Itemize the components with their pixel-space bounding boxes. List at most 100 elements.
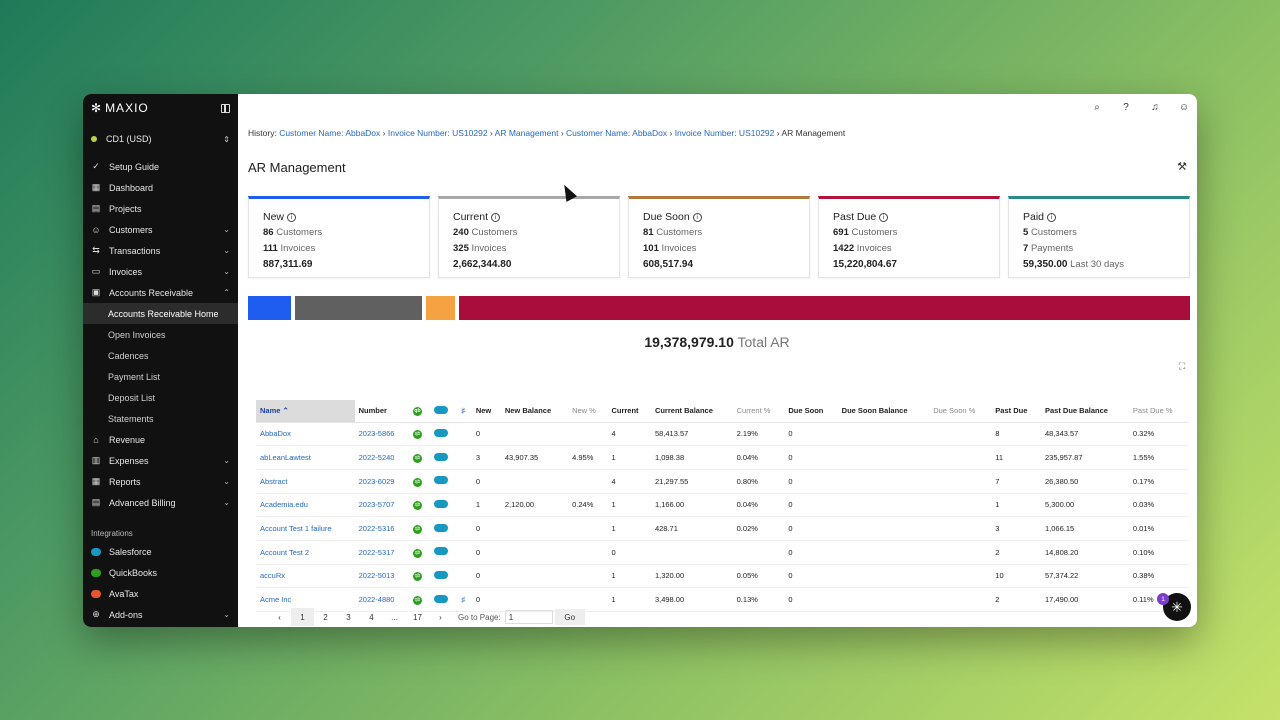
- history-link[interactable]: Invoice Number: US10292: [675, 128, 775, 138]
- invoice-number-link[interactable]: 2023-5866: [354, 422, 409, 447]
- sidebar-subitem[interactable]: Statements: [83, 408, 238, 429]
- table-row[interactable]: Account Test 1 failure 2022-5316 qb 0 1 428.7…: [256, 516, 1188, 541]
- sidebar-subitem[interactable]: Accounts Receivable Home: [83, 303, 238, 324]
- history-link[interactable]: Customer Name: AbbaDox: [279, 128, 380, 138]
- sidebar-item-revenue[interactable]: ⌂ Revenue: [83, 429, 238, 450]
- salesforce-icon[interactable]: [434, 476, 449, 485]
- brand[interactable]: ✻ MAXIO: [83, 94, 238, 122]
- integration-avatax[interactable]: AvaTax: [83, 583, 238, 604]
- customer-name-link[interactable]: abLeanLawtest: [256, 445, 355, 470]
- salesforce-icon[interactable]: [434, 523, 449, 532]
- column-header[interactable]: New Balance: [500, 400, 569, 423]
- summary-card-current[interactable]: Current i 240 Customers 325 Invoices 2,662,3…: [438, 196, 620, 278]
- invoice-number-link[interactable]: 2022-5317: [354, 540, 409, 565]
- quickbooks-icon[interactable]: qb: [412, 477, 422, 487]
- history-link[interactable]: AR Management: [495, 128, 559, 138]
- column-header[interactable]: ♯: [457, 400, 472, 423]
- column-header[interactable]: [430, 400, 458, 423]
- customer-name-link[interactable]: Abstract: [256, 469, 355, 494]
- customer-name-link[interactable]: Account Test 1 failure: [256, 516, 355, 541]
- quickbooks-icon[interactable]: qb: [412, 596, 422, 606]
- page-button[interactable]: 1: [291, 608, 314, 626]
- table-row[interactable]: abLeanLawtest 2022-5240 qb 3 43,907.35 4.95% 1…: [256, 445, 1188, 470]
- column-header[interactable]: Current: [607, 400, 651, 423]
- bar-segment-current[interactable]: [294, 296, 423, 320]
- salesforce-icon[interactable]: [434, 570, 449, 579]
- column-header[interactable]: Past Due: [991, 400, 1041, 423]
- wrench-icon[interactable]: ⚒: [1177, 160, 1187, 173]
- column-header[interactable]: qb: [408, 400, 431, 423]
- customer-name-link[interactable]: accuRx: [256, 564, 355, 589]
- customer-name-link[interactable]: Account Test 2: [256, 540, 355, 565]
- sidebar-subitem[interactable]: Open Invoices: [83, 324, 238, 345]
- table-row[interactable]: Academia.edu 2023-5707 qb 1 2,120.00 0.24% 1 1,…: [256, 493, 1188, 518]
- summary-card-new[interactable]: New i 86 Customers 111 Invoices 887,311.69: [248, 196, 430, 278]
- page-button[interactable]: 3: [337, 608, 360, 626]
- sidebar-item-reports[interactable]: ▦ Reports ⌄: [83, 471, 238, 492]
- column-header[interactable]: New: [471, 400, 501, 423]
- table-row[interactable]: accuRx 2022-5013 qb 0 1 1,320.00 0.05% 0 10 57,37…: [256, 564, 1188, 589]
- sidebar-item-add-ons[interactable]: ⊕ Add-ons ⌄: [83, 604, 238, 625]
- sidebar-subitem[interactable]: Cadences: [83, 345, 238, 366]
- sidebar-subitem[interactable]: Payment List: [83, 366, 238, 387]
- history-link[interactable]: Customer Name: AbbaDox: [566, 128, 667, 138]
- info-icon[interactable]: i: [491, 212, 501, 222]
- entity-selector[interactable]: CD1 (USD) ⇕: [83, 128, 238, 150]
- sidebar-collapse-icon[interactable]: [221, 103, 230, 113]
- history-link[interactable]: Invoice Number: US10292: [388, 128, 488, 138]
- customer-name-link[interactable]: AbbaDox: [256, 422, 355, 447]
- quickbooks-icon[interactable]: qb: [412, 548, 422, 558]
- info-icon[interactable]: i: [879, 212, 889, 222]
- bar-segment-past-due[interactable]: [459, 296, 1190, 320]
- integration-salesforce[interactable]: Salesforce: [83, 541, 238, 562]
- invoice-number-link[interactable]: 2022-5316: [354, 516, 409, 541]
- column-header[interactable]: New %: [568, 400, 608, 423]
- table-row[interactable]: Abstract 2023-6029 qb 0 4 21,297.55 0.80% 0 7 26,…: [256, 469, 1188, 494]
- bar-segment-due-soon[interactable]: [426, 296, 456, 320]
- quickbooks-icon[interactable]: qb: [412, 525, 422, 535]
- invoice-number-link[interactable]: 2023-6029: [354, 469, 409, 494]
- goto-page-input[interactable]: 1: [504, 610, 553, 624]
- page-button[interactable]: 2: [314, 608, 337, 626]
- sidebar-item-setup-guide[interactable]: ✓ Setup Guide: [83, 156, 238, 177]
- summary-card-past-due[interactable]: Past Due i 691 Customers 1422 Invoices 15,22…: [818, 196, 1000, 278]
- prev-page-button[interactable]: ‹: [268, 608, 291, 626]
- expand-icon[interactable]: ⛶: [1179, 361, 1185, 372]
- column-header[interactable]: Due Soon %: [929, 400, 992, 423]
- search-icon[interactable]: ⌕: [1090, 100, 1104, 114]
- user-icon[interactable]: ☺: [1177, 100, 1191, 114]
- customer-name-link[interactable]: Academia.edu: [256, 493, 355, 518]
- invoice-number-link[interactable]: 2023-5707: [354, 493, 409, 518]
- column-header[interactable]: Due Soon Balance: [837, 400, 930, 423]
- salesforce-icon[interactable]: [434, 499, 449, 508]
- bar-segment-new[interactable]: [248, 296, 291, 320]
- sidebar-item-customers[interactable]: ☺ Customers ⌄: [83, 219, 238, 240]
- quickbooks-icon[interactable]: qb: [412, 454, 422, 464]
- help-icon[interactable]: ?: [1119, 100, 1133, 114]
- sidebar-item-accounts-receivable[interactable]: ▣ Accounts Receivable ⌃: [83, 282, 238, 303]
- sidebar-item-invoices[interactable]: ▭ Invoices ⌄: [83, 261, 238, 282]
- notification-bell-icon[interactable]: ♫: [1148, 100, 1162, 114]
- info-icon[interactable]: i: [287, 212, 297, 222]
- go-button[interactable]: Go: [554, 609, 585, 625]
- table-row[interactable]: AbbaDox 2023-5866 qb 0 4 58,413.57 2.19% 0 8 48,3…: [256, 422, 1188, 447]
- table-row[interactable]: Account Test 2 2022-5317 qb 0 0 0 2 14,808.20 0.…: [256, 540, 1188, 565]
- column-header[interactable]: Due Soon: [784, 400, 838, 423]
- quickbooks-icon[interactable]: qb: [412, 430, 422, 440]
- column-header[interactable]: Past Due Balance: [1040, 400, 1129, 423]
- page-button[interactable]: 4: [360, 608, 383, 626]
- salesforce-icon[interactable]: [434, 594, 449, 603]
- column-header[interactable]: Number: [354, 400, 409, 423]
- invoice-number-link[interactable]: 2022-5013: [354, 564, 409, 589]
- page-button[interactable]: 17: [406, 608, 429, 626]
- salesforce-icon[interactable]: [434, 452, 449, 461]
- next-page-button[interactable]: ›: [429, 608, 452, 626]
- sidebar-item-transactions[interactable]: ⇆ Transactions ⌄: [83, 240, 238, 261]
- integration-quickbooks[interactable]: QuickBooks: [83, 562, 238, 583]
- quickbooks-icon[interactable]: qb: [412, 501, 422, 511]
- sidebar-item-expenses[interactable]: ▥ Expenses ⌄: [83, 450, 238, 471]
- invoice-number-link[interactable]: 2022-5240: [354, 445, 409, 470]
- sidebar-item-advanced-billing[interactable]: ▤ Advanced Billing ⌄: [83, 492, 238, 513]
- column-header[interactable]: Current Balance: [650, 400, 733, 423]
- summary-card-due-soon[interactable]: Due Soon i 81 Customers 101 Invoices 608,517…: [628, 196, 810, 278]
